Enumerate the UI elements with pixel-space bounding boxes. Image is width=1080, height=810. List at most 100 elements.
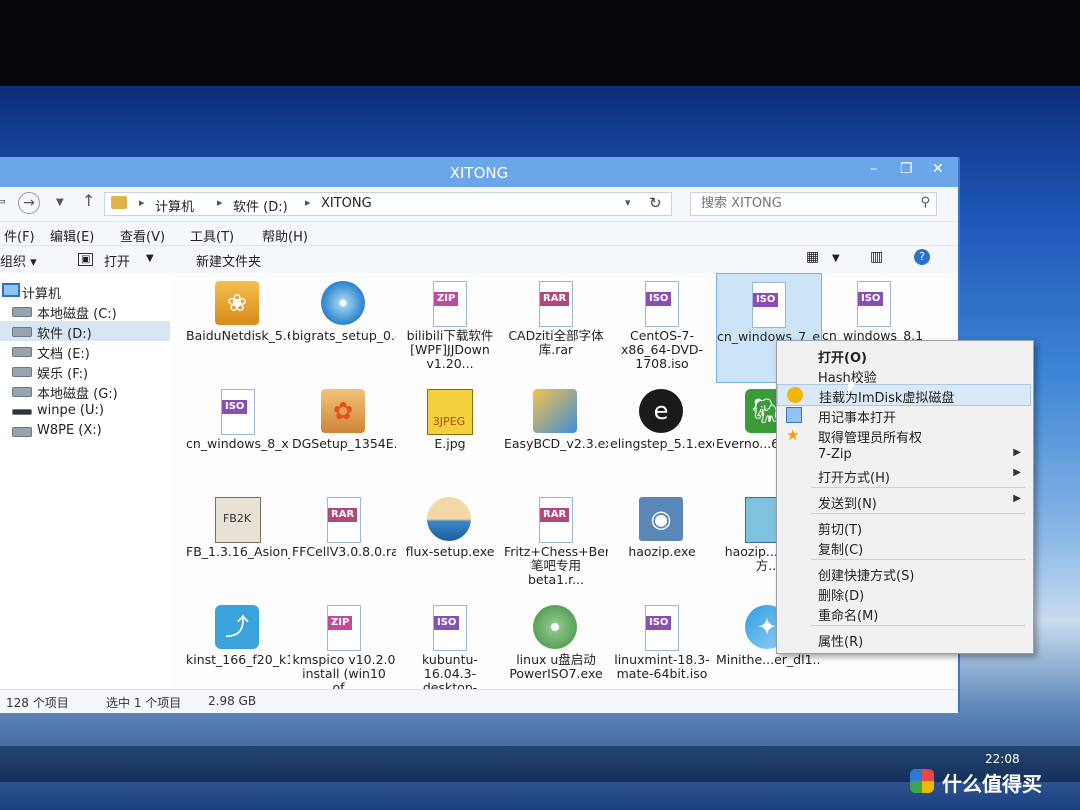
file-name: E.jpg	[434, 437, 466, 451]
search-input[interactable]	[699, 195, 903, 212]
menu-bar: 件(F) 编辑(E) 查看(V) 工具(T) 帮助(H)	[0, 221, 958, 246]
preview-pane-icon[interactable]: ▥	[870, 249, 883, 265]
ctx-hash-check[interactable]: Hash校验	[777, 365, 1031, 386]
menu-tools[interactable]: 工具(T)	[190, 226, 234, 245]
ctx-cut[interactable]: 剪切(T)	[777, 517, 1031, 538]
bigrats-disc-icon	[319, 281, 367, 325]
maximize-button[interactable]: ❐	[900, 161, 913, 177]
ctx-mount-imdisk[interactable]: 挂载为ImDisk虚拟磁盘	[777, 384, 1031, 406]
sidebar-item-computer[interactable]: 计算机	[0, 281, 170, 302]
view-dropdown-icon[interactable]: ▼	[832, 253, 840, 264]
ctx-7zip[interactable]: 7-Zip ▶	[777, 445, 1031, 465]
sidebar-item-drive-f[interactable]: 娱乐 (F:)	[0, 361, 170, 382]
drive-icon	[12, 327, 32, 337]
file-item[interactable]: RAR Fritz+Chess+Benchmark笔吧专用beta1.r...	[504, 489, 608, 597]
file-name: linuxmint-18.3-mate-64bit.iso	[614, 653, 710, 681]
sidebar-item-drive-u[interactable]: winpe (U:)	[0, 401, 170, 421]
ctx-label: 删除(D)	[818, 589, 865, 604]
address-bar[interactable]: ▸ 计算机 ▸ 软件 (D:) ▸ XITONG ▾ ↻	[104, 192, 672, 216]
file-item[interactable]: EasyBCD_v2.3.exe	[504, 381, 608, 489]
search-box[interactable]: ⚲	[690, 192, 937, 216]
organize-button[interactable]: 组织 ▾	[0, 251, 37, 270]
up-arrow-icon[interactable]: ↑	[82, 191, 95, 210]
breadcrumb-separator-icon[interactable]: ▸	[305, 196, 311, 209]
taskbar-clock[interactable]: 22:08	[985, 752, 1020, 766]
ctx-label: 创建快捷方式(S)	[818, 569, 915, 584]
close-button[interactable]: ✕	[932, 161, 944, 177]
file-name: FB_1.3.16_Asion_20170820222348.exe	[186, 545, 290, 559]
file-item[interactable]: ZIP bilibili下载软件[WPF]JJDown v1.20...	[398, 273, 502, 381]
baidu-netdisk-icon: ❀	[213, 281, 261, 325]
ctx-properties[interactable]: 属性(R)	[777, 629, 1031, 650]
ctx-label: 属性(R)	[818, 635, 864, 650]
zip-file-icon: ZIP	[425, 281, 473, 327]
breadcrumb-separator-icon[interactable]: ▸	[217, 196, 223, 209]
file-item[interactable]: ✿ DGSetup_1354E.exe	[292, 381, 396, 489]
title-bar[interactable]: XITONG – ❐ ✕	[0, 157, 958, 187]
breadcrumb-xitong[interactable]: XITONG	[321, 196, 372, 211]
elingstep-icon: e	[637, 389, 685, 433]
menu-file[interactable]: 件(F)	[4, 226, 35, 245]
ctx-create-shortcut[interactable]: 创建快捷方式(S)	[777, 563, 1031, 584]
search-icon[interactable]: ⚲	[920, 195, 930, 210]
ctx-take-ownership[interactable]: ★ 取得管理员所有权	[777, 425, 1031, 446]
minimize-button[interactable]: –	[870, 161, 877, 177]
ctx-rename[interactable]: 重命名(M)	[777, 603, 1031, 624]
file-item[interactable]: FB2K FB_1.3.16_Asion_20170820222348.exe	[186, 489, 290, 597]
breadcrumb-separator-icon[interactable]: ▸	[139, 196, 145, 209]
sidebar-item-drive-x[interactable]: W8PE (X:)	[0, 421, 170, 441]
sidebar-item-label: W8PE (X:)	[37, 423, 102, 438]
file-item[interactable]: ISO CentOS-7-x86_64-DVD-1708.iso	[610, 273, 714, 381]
file-item[interactable]: RAR FFCellV3.0.8.0.rar	[292, 489, 396, 597]
file-item[interactable]: e elingstep_5.1.exe	[610, 381, 714, 489]
ctx-copy[interactable]: 复制(C)	[777, 537, 1031, 558]
window-title: XITONG	[449, 164, 509, 182]
file-item[interactable]: flux-setup.exe	[398, 489, 502, 597]
recent-dropdown-icon[interactable]: ▼	[56, 197, 64, 208]
back-arrow-icon[interactable]: ⇦	[0, 194, 6, 210]
menu-help[interactable]: 帮助(H)	[262, 226, 308, 245]
file-item[interactable]: ISO cn_windows_8_x64_dvd_915407.iso	[186, 381, 290, 489]
sidebar-item-drive-c[interactable]: 本地磁盘 (C:)	[0, 301, 170, 322]
poweriso-icon	[531, 605, 579, 649]
drive-icon	[12, 307, 32, 317]
drive-icon	[12, 367, 32, 377]
rar-file-icon: RAR	[531, 497, 579, 543]
view-options-icon[interactable]: ▦	[806, 249, 819, 265]
menu-edit[interactable]: 编辑(E)	[50, 226, 94, 245]
flux-icon	[425, 497, 473, 541]
file-item[interactable]: ◉ haozip.exe	[610, 489, 714, 597]
file-type-tag: RAR	[540, 292, 570, 306]
ctx-open-notepad[interactable]: 用记事本打开	[777, 405, 1031, 426]
file-item[interactable]: RAR CADziti全部字体库.rar	[504, 273, 608, 381]
sidebar-item-drive-d[interactable]: 软件 (D:)	[0, 321, 170, 342]
sidebar-item-drive-g[interactable]: 本地磁盘 (G:)	[0, 381, 170, 402]
breadcrumb-drive-d[interactable]: 软件 (D:)	[233, 196, 288, 215]
sidebar-item-drive-e[interactable]: 文档 (E:)	[0, 341, 170, 362]
menu-view[interactable]: 查看(V)	[120, 226, 165, 245]
new-folder-button[interactable]: 新建文件夹	[196, 251, 261, 270]
open-dropdown-icon[interactable]: ▼	[146, 253, 154, 264]
file-item[interactable]: bigrats_setup_0.4.7.11.exe	[292, 273, 396, 381]
computer-icon	[2, 283, 20, 297]
file-item[interactable]: ❀ BaiduNetdisk_5.6.3.exe	[186, 273, 290, 381]
help-icon[interactable]: ?	[914, 249, 930, 265]
context-menu: 打开(O) Hash校验 挂载为ImDisk虚拟磁盘 用记事本打开 ★ 取得管理…	[776, 340, 1034, 654]
file-name: kinst_166_f20_k16564.exe	[186, 653, 290, 667]
breadcrumb-computer[interactable]: 计算机	[155, 196, 194, 215]
address-dropdown-icon[interactable]: ▾	[625, 196, 631, 209]
ctx-delete[interactable]: 删除(D)	[777, 583, 1031, 604]
iso-file-icon: ISO	[425, 605, 473, 651]
file-item[interactable]: 3JPEG E.jpg	[398, 381, 502, 489]
ctx-label: 打开方式(H)	[818, 471, 890, 486]
ctx-open-with[interactable]: 打开方式(H) ▶	[777, 465, 1031, 486]
drive-icon	[12, 427, 32, 437]
file-name: DGSetup_1354E.exe	[292, 437, 396, 451]
ctx-send-to[interactable]: 发送到(N) ▶	[777, 491, 1031, 512]
haozip-installer-icon: ◉	[637, 497, 685, 541]
forward-arrow-icon[interactable]: →	[18, 192, 40, 214]
refresh-icon[interactable]: ↻	[649, 194, 662, 212]
ctx-open[interactable]: 打开(O)	[777, 345, 1031, 366]
open-button[interactable]: 打开	[104, 251, 130, 270]
command-bar: 组织 ▾ ▣ 打开 ▼ 新建文件夹 ▦ ▼ ▥ ?	[0, 245, 958, 274]
